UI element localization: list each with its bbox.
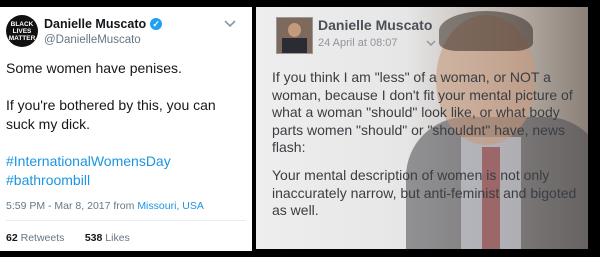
location-link[interactable]: Missouri, USA [137,200,204,212]
likes-count: 538 [84,232,103,244]
retweets-count: 62 [6,232,18,244]
avatar-text-line: BLACK [10,20,34,28]
tweet-stats: 62 Retweets 538 Likes [6,232,130,244]
author-name-row[interactable]: Danielle Muscato ✓ [44,17,163,31]
author-name[interactable]: Danielle Muscato [44,17,146,31]
background-photo-hair [439,11,533,51]
tweet-text-line2: If you're bothered by this, you can suck… [6,97,216,132]
avatar-text-line: LIVES [12,27,32,35]
fb-post-paragraph-2: Your mental description of women is not … [272,167,577,218]
facebook-post-screenshot: Danielle Muscato 24 April at 08:07 If yo… [256,7,588,249]
tweet-text-line1: Some women have penises. [6,60,182,76]
retweets-label: Retweets [20,232,65,244]
hashtag-link[interactable]: #InternationalWomensDay [6,152,246,171]
author-handle[interactable]: @DanielleMuscato [44,34,141,46]
avatar-text-line: MATTER [8,34,36,42]
tweet-card: BLACK LIVES MATTER Danielle Muscato ✓ @D… [0,7,252,251]
fb-profile-picture[interactable] [276,17,313,54]
divider [6,220,246,221]
likes-label: Likes [105,232,130,244]
fb-post-date[interactable]: 24 April at 08:07 [318,37,398,49]
retweets-stat[interactable]: 62 Retweets [6,232,64,244]
chevron-down-icon[interactable] [224,19,236,29]
fb-author-name[interactable]: Danielle Muscato [318,17,432,33]
fb-post-paragraph-1: If you think I am "less" of a woman, or … [272,69,573,155]
profile-avatar[interactable]: BLACK LIVES MATTER [6,15,38,47]
tweet-timestamp: 5:59 PM - Mar 8, 2017 from Missouri, USA [6,200,204,212]
hashtag-link[interactable]: #bathroombill [6,171,246,190]
likes-stat[interactable]: 538 Likes [85,232,130,244]
timestamp-text[interactable]: 5:59 PM - Mar 8, 2017 from [6,200,134,212]
chevron-down-icon[interactable] [426,39,436,47]
verified-badge-icon: ✓ [150,18,163,30]
